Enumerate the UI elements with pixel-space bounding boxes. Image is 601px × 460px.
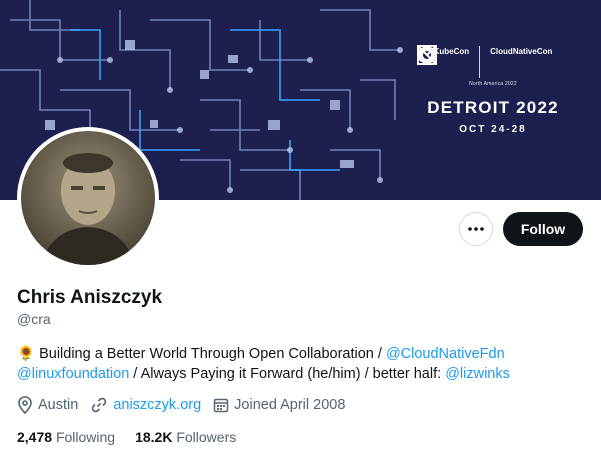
logo-divider [479, 46, 481, 78]
cloudnativecon-icon [417, 45, 437, 65]
more-options-button[interactable] [459, 212, 493, 246]
mention-link[interactable]: @linuxfoundation [17, 366, 129, 382]
more-horizontal-icon [468, 227, 484, 231]
following-count: 2,478 [17, 429, 53, 445]
mention-link[interactable]: @CloudNativeFdn [386, 346, 505, 362]
location-pin-icon [18, 396, 32, 414]
bio-text: Building a Better World Through Open Col… [35, 346, 386, 362]
cloudnativecon-label: CloudNativeCon [490, 47, 553, 56]
bio-text: / Always Paying it Forward (he/him) / be… [129, 366, 446, 382]
location-text: Austin [38, 397, 79, 413]
link-icon [92, 397, 107, 413]
profile-bio: 🌻 Building a Better World Through Open C… [17, 344, 577, 384]
followers-link[interactable]: 18.2K Followers [135, 429, 236, 445]
profile-name: Chris Aniszczyk [17, 287, 163, 308]
kubecon-label: KubeCon [433, 47, 470, 56]
website-link[interactable]: aniszczyk.org [113, 397, 201, 413]
event-subtitle: North America 2022 [469, 81, 517, 87]
follow-stats: 2,478 Following 18.2K Followers [17, 429, 256, 445]
sunflower-emoji: 🌻 [17, 346, 36, 362]
event-dates: OCT 24-28 [459, 124, 527, 135]
followers-count: 18.2K [135, 429, 173, 445]
calendar-icon [213, 398, 229, 413]
profile-photo [21, 131, 155, 265]
mention-link[interactable]: @lizwinks [445, 366, 510, 382]
event-city: DETROIT 2022 [427, 98, 559, 117]
joined-item: Joined April 2008 [213, 397, 345, 413]
following-label: Following [55, 429, 116, 445]
profile-meta: Austin aniszczyk.org Joined April 2008 [17, 396, 357, 414]
location-item: Austin [17, 396, 78, 414]
follow-button[interactable]: Follow [503, 212, 583, 246]
followers-label: Followers [176, 429, 237, 445]
event-branding: KubeCon CloudNativeCon North America 202… [416, 44, 570, 135]
avatar[interactable] [17, 127, 159, 269]
website-item[interactable]: aniszczyk.org [90, 396, 201, 414]
following-link[interactable]: 2,478 Following [17, 429, 115, 445]
joined-text: Joined April 2008 [234, 397, 346, 413]
profile-handle: @cra [17, 311, 51, 327]
